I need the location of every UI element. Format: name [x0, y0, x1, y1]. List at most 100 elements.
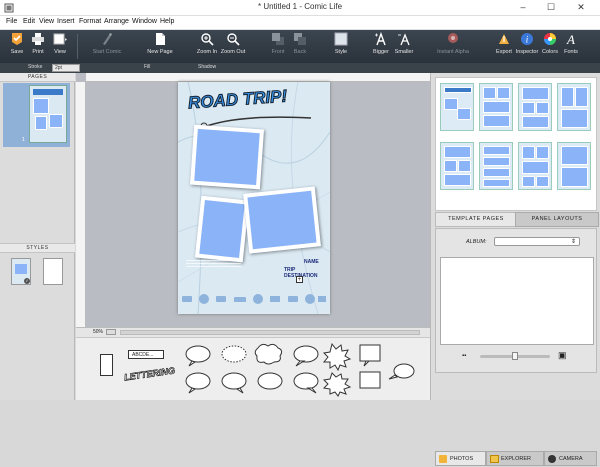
template-thumb[interactable]	[518, 83, 552, 131]
minimize-button[interactable]: –	[512, 0, 534, 15]
zoom-out-button[interactable]: Zoom Out	[220, 32, 246, 62]
small-thumb-icon: ▪▪	[462, 353, 467, 359]
page-thumbnail-selected[interactable]: 1	[3, 83, 70, 147]
inspector-button[interactable]: i Inspector	[515, 32, 539, 62]
new-page-icon	[156, 33, 165, 45]
start-comic-button[interactable]: Start Comic	[90, 32, 124, 62]
comic-page[interactable]: ROAD TRIP! NAME TRIP DESTINATION +	[178, 82, 330, 314]
smaller-button[interactable]: Smaller	[392, 32, 416, 62]
page-thumbnail	[29, 85, 67, 143]
caption-item[interactable]: ABCDE...	[128, 350, 164, 359]
fonts-button[interactable]: A Fonts	[561, 32, 581, 62]
template-thumb[interactable]	[440, 83, 474, 131]
menu-arrange[interactable]: Arrange	[104, 18, 129, 25]
chevron-updown-icon: ⇕	[570, 239, 576, 245]
bigger-button[interactable]: Bigger	[370, 32, 392, 62]
print-label: Print	[32, 49, 44, 55]
back-button[interactable]: Back	[290, 32, 310, 62]
colors-label: Colors	[542, 49, 558, 55]
zoom-in-icon	[201, 33, 214, 46]
photo-panel-2[interactable]	[194, 195, 250, 263]
photos-label: PHOTOS	[450, 456, 474, 462]
new-page-label: New Page	[147, 49, 173, 55]
horizontal-ruler	[86, 73, 430, 82]
menu-insert[interactable]: Insert	[57, 18, 75, 25]
menu-help[interactable]: Help	[160, 18, 174, 25]
caption-box-item[interactable]	[100, 354, 113, 376]
style-icon	[334, 32, 348, 46]
fonts-icon: A	[566, 32, 575, 46]
menu-edit[interactable]: Edit	[23, 18, 35, 25]
close-button[interactable]: ✕	[570, 0, 592, 15]
destination-text[interactable]: TRIP DESTINATION	[284, 267, 330, 279]
properties-bar: Stroke 2pt Fill Shadow	[0, 63, 600, 134]
folder-icon	[490, 455, 499, 463]
menu-bar: File Edit View Insert Format Arrange Win…	[0, 16, 600, 30]
smaller-font-icon	[398, 33, 410, 46]
toolbar: Save Print View Start Comic New Page Zoo…	[0, 30, 600, 63]
bigger-label: Bigger	[373, 49, 389, 55]
zoom-level[interactable]: 50%	[93, 329, 103, 335]
smaller-label: Smaller	[394, 49, 414, 55]
caption-text-block[interactable]	[186, 260, 241, 269]
save-label: Save	[10, 49, 24, 55]
album-select[interactable]: ⇕	[494, 237, 580, 246]
template-thumb[interactable]	[557, 83, 591, 131]
large-thumb-icon: ▣	[558, 350, 567, 360]
tab-template-pages[interactable]: TEMPLATE PAGES	[435, 212, 517, 227]
save-button[interactable]: Save	[6, 32, 28, 62]
fill-label: Fill	[144, 64, 151, 70]
template-thumb[interactable]	[518, 142, 552, 190]
tab-panel-layouts[interactable]: PANEL LAYOUTS	[515, 212, 599, 227]
print-button[interactable]: Print	[28, 32, 48, 62]
photo-panel-1[interactable]	[189, 124, 265, 190]
color-wheel-icon	[544, 33, 556, 45]
front-button[interactable]: Front	[268, 32, 288, 62]
colors-button[interactable]: Colors	[540, 32, 560, 62]
style-thumbnail-comic[interactable]: ✓	[11, 258, 31, 285]
menu-view[interactable]: View	[39, 18, 54, 25]
new-page-button[interactable]: New Page	[146, 32, 174, 62]
explorer-label: EXPLORER	[501, 456, 531, 462]
lettering-item[interactable]: LETTERING	[123, 365, 175, 383]
svg-text:A: A	[566, 32, 575, 46]
menu-format[interactable]: Format	[79, 18, 101, 25]
thumb-size-slider[interactable]	[480, 352, 550, 360]
menu-window[interactable]: Window	[132, 18, 157, 25]
maximize-button[interactable]: ☐	[540, 0, 562, 15]
tab-explorer[interactable]: EXPLORER	[486, 451, 544, 466]
export-button[interactable]: Export	[494, 32, 514, 62]
bigger-font-icon	[375, 32, 386, 46]
styles-header: STYLES	[0, 243, 75, 253]
right-panel: TEMPLATE PAGES PANEL LAYOUTS ALBUM: ⇕ ▪▪…	[430, 73, 600, 466]
status-bar: 50%	[76, 327, 430, 337]
photo-browser: ALBUM: ⇕ ▪▪ ▣	[435, 228, 597, 373]
template-thumb[interactable]	[479, 142, 513, 190]
instant-alpha-label: Instant Alpha	[437, 49, 469, 55]
instant-alpha-button[interactable]: Instant Alpha	[436, 32, 470, 62]
view-button[interactable]: View	[49, 32, 71, 62]
resize-handle[interactable]: +	[296, 276, 303, 283]
tab-camera[interactable]: CAMERA	[544, 451, 597, 466]
stroke-select[interactable]: 2pt	[52, 64, 80, 72]
template-thumb[interactable]	[557, 142, 591, 190]
name-text[interactable]: NAME	[304, 259, 319, 265]
style-thumbnail-blank[interactable]	[43, 258, 63, 285]
album-label: ALBUM:	[466, 239, 487, 245]
style-button[interactable]: Style	[330, 32, 352, 62]
photo-list[interactable]	[440, 257, 594, 345]
template-thumb[interactable]	[440, 142, 474, 190]
template-thumb[interactable]	[479, 83, 513, 131]
photo-panel-3[interactable]	[243, 186, 321, 254]
camera-label: CAMERA	[559, 456, 583, 462]
menu-file[interactable]: File	[6, 18, 17, 25]
zoom-in-button[interactable]: Zoom In	[196, 32, 218, 62]
stroke-label: Stroke	[28, 64, 43, 70]
start-comic-label: Start Comic	[92, 49, 122, 55]
zoom-dropdown[interactable]	[106, 329, 116, 335]
inspector-label: Inspector	[515, 49, 539, 55]
tab-photos[interactable]: PHOTOS	[435, 451, 486, 466]
pages-header: PAGES	[0, 73, 75, 82]
zoom-out-icon	[227, 33, 240, 46]
horizontal-scrollbar[interactable]	[120, 330, 420, 335]
